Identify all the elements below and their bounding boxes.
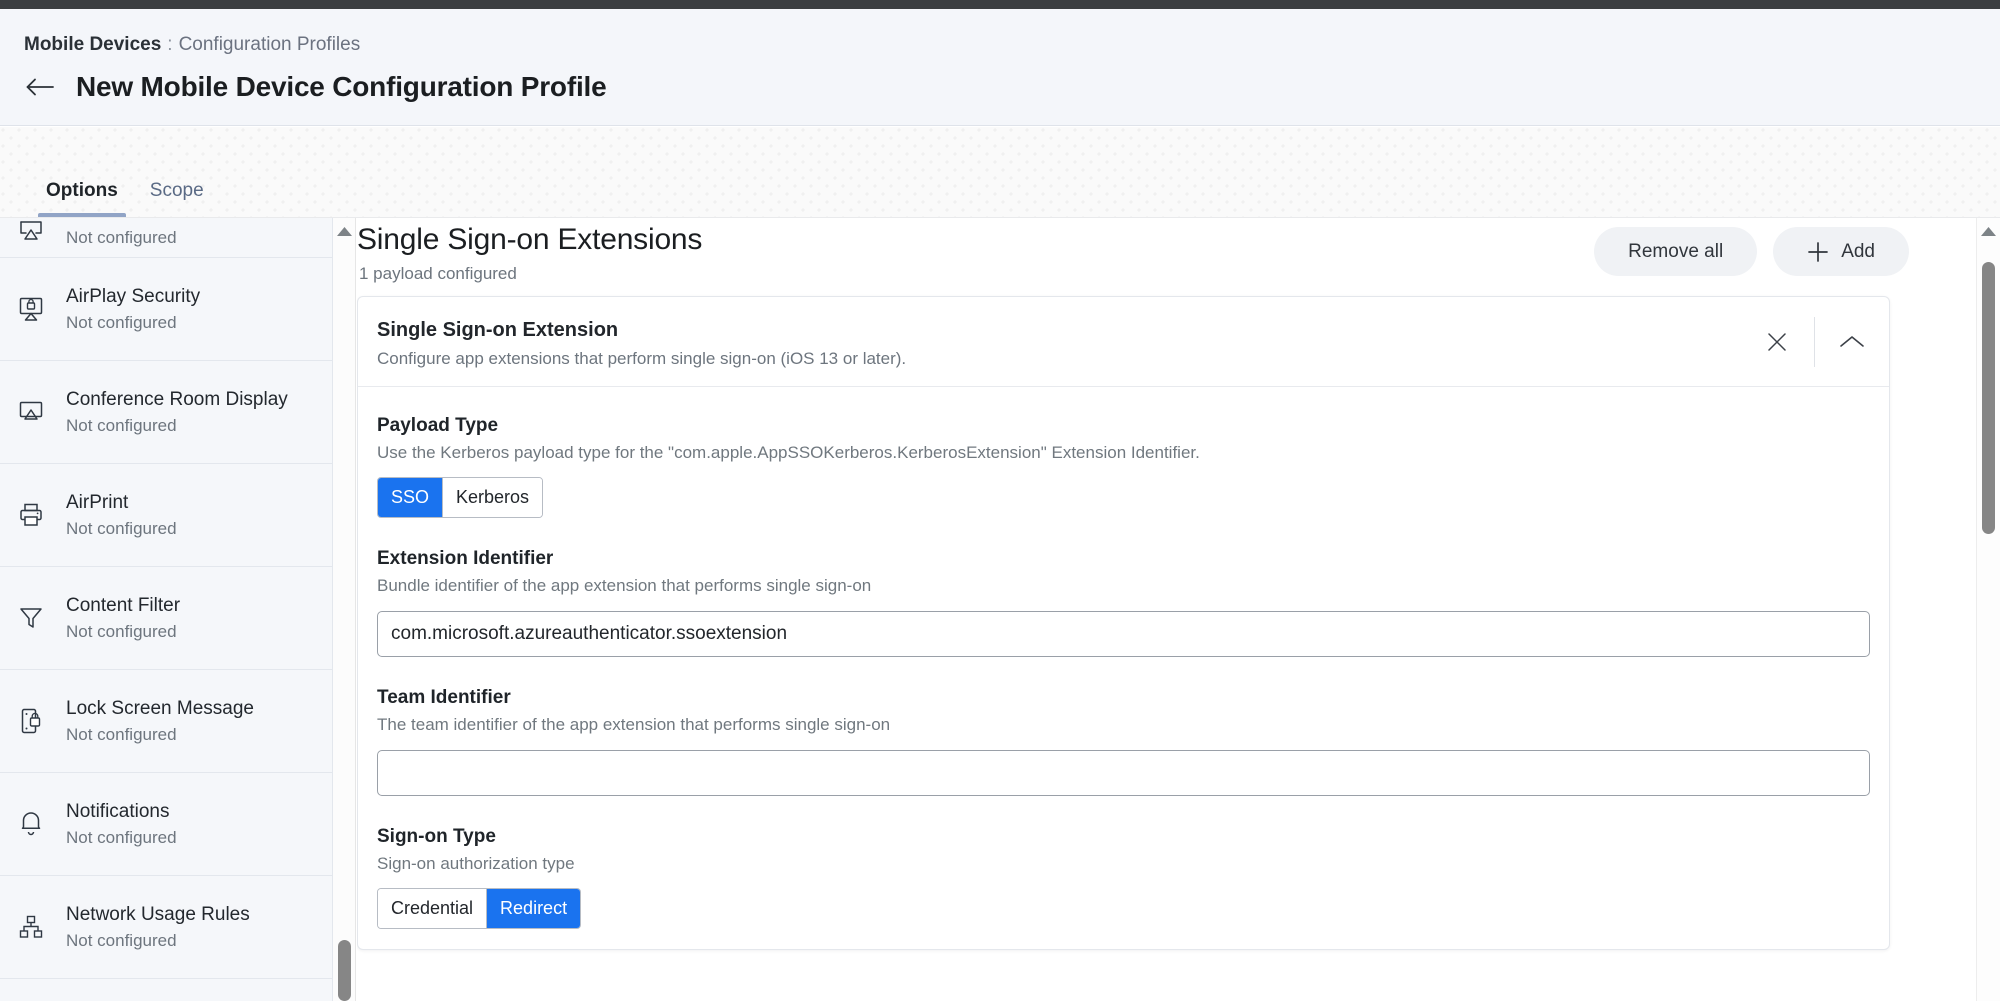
section-title: Single Sign-on Extensions — [357, 223, 702, 257]
payload-card-header: Single Sign-on Extension Configure app e… — [358, 297, 1889, 387]
display-icon — [14, 395, 48, 429]
sidebar-scrollbar[interactable] — [333, 218, 356, 1001]
plus-icon — [1807, 241, 1829, 263]
payload-card: Single Sign-on Extension Configure app e… — [357, 296, 1890, 950]
sidebar-item-airprint[interactable]: AirPrint Not configured — [0, 464, 332, 567]
segment-option-redirect[interactable]: Redirect — [487, 889, 580, 928]
sidebar-item-status: Not configured — [66, 724, 254, 745]
sidebar-item-status: Not configured — [66, 827, 177, 848]
body-area: Not configured AirPlay Security Not conf… — [0, 218, 2000, 1001]
sidebar-item-label: AirPrint — [66, 491, 177, 514]
field-payload-type: Payload Type Use the Kerberos payload ty… — [377, 413, 1870, 518]
close-icon[interactable] — [1740, 297, 1814, 386]
payload-description: Configure app extensions that perform si… — [377, 348, 1889, 370]
breadcrumb-root[interactable]: Mobile Devices — [24, 34, 161, 55]
tab-bar: Options Scope — [0, 127, 2000, 218]
sidebar-item-status: Not configured — [66, 227, 177, 248]
sidebar-item-status: Not configured — [66, 518, 177, 539]
breadcrumb-separator: : — [167, 34, 172, 55]
sidebar-item-label: Network Usage Rules — [66, 903, 250, 926]
team-identifier-input[interactable] — [377, 750, 1870, 796]
sidebar-item-airplay-security[interactable]: AirPlay Security Not configured — [0, 258, 332, 361]
sidebar-scrollbar-thumb[interactable] — [338, 940, 351, 1001]
arrow-left-icon[interactable] — [24, 72, 58, 102]
triangle-up-icon[interactable] — [333, 222, 356, 240]
page-header: Mobile Devices: Configuration Profiles Ne… — [0, 9, 2000, 126]
payload-sidebar[interactable]: Not configured AirPlay Security Not conf… — [0, 218, 333, 1001]
sidebar-item-label: AirPlay Security — [66, 285, 200, 308]
field-extension-identifier: Extension Identifier Bundle identifier o… — [377, 546, 1870, 657]
bell-icon — [14, 807, 48, 841]
field-label: Extension Identifier — [377, 546, 1870, 571]
field-label: Sign-on Type — [377, 824, 1870, 849]
add-button[interactable]: Add — [1773, 227, 1909, 276]
payload-count: 1 payload configured — [359, 264, 517, 284]
page-title: New Mobile Device Configuration Profile — [76, 71, 607, 103]
sidebar-item-notifications[interactable]: Notifications Not configured — [0, 773, 332, 876]
main-scrollbar[interactable] — [1976, 218, 2000, 1001]
extension-identifier-input[interactable] — [377, 611, 1870, 657]
sidebar-item-conference-room-display[interactable]: Conference Room Display Not configured — [0, 361, 332, 464]
segment-option-credential[interactable]: Credential — [378, 889, 487, 928]
add-button-label: Add — [1841, 241, 1875, 263]
sidebar-item-lock-screen-message[interactable]: Lock Screen Message Not configured — [0, 670, 332, 773]
payload-card-body: Payload Type Use the Kerberos payload ty… — [358, 387, 1889, 949]
field-label: Payload Type — [377, 413, 1870, 438]
sidebar-item-status: Not configured — [66, 312, 200, 333]
tab-options[interactable]: Options — [30, 179, 134, 217]
sidebar-item-status: Not configured — [66, 930, 250, 951]
header-actions: Remove all Add — [1594, 227, 1909, 276]
triangle-up-icon[interactable] — [1977, 222, 2000, 240]
field-help: Use the Kerberos payload type for the "c… — [377, 442, 1870, 464]
airplay-lock-icon — [14, 292, 48, 326]
sidebar-item-label: Notifications — [66, 800, 177, 823]
payload-title: Single Sign-on Extension — [377, 317, 1889, 343]
field-help: Sign-on authorization type — [377, 853, 1870, 875]
sidebar-item-airplay[interactable]: Not configured — [0, 218, 332, 258]
main-scrollbar-thumb[interactable] — [1982, 262, 1995, 534]
payload-card-actions — [1740, 297, 1889, 386]
breadcrumb: Mobile Devices: Configuration Profiles — [24, 33, 360, 57]
airplay-icon — [14, 218, 48, 248]
sidebar-item-label: Content Filter — [66, 594, 180, 617]
funnel-icon — [14, 601, 48, 635]
sidebar-item-network-usage-rules[interactable]: Network Usage Rules Not configured — [0, 876, 332, 979]
page-title-row: New Mobile Device Configuration Profile — [24, 71, 607, 103]
printer-icon — [14, 498, 48, 532]
network-icon — [14, 910, 48, 944]
app-window: Mobile Devices: Configuration Profiles Ne… — [0, 0, 2000, 1001]
field-help: The team identifier of the app extension… — [377, 714, 1870, 736]
breadcrumb-current[interactable]: Configuration Profiles — [179, 34, 361, 55]
sign-on-type-segmented-control[interactable]: Credential Redirect — [377, 888, 581, 929]
field-label: Team Identifier — [377, 685, 1870, 710]
remove-all-button[interactable]: Remove all — [1594, 227, 1757, 276]
tab-scope[interactable]: Scope — [134, 179, 220, 217]
payload-type-segmented-control[interactable]: SSO Kerberos — [377, 477, 543, 518]
sidebar-item-status: Not configured — [66, 621, 180, 642]
phone-lock-icon — [14, 704, 48, 738]
field-team-identifier: Team Identifier The team identifier of t… — [377, 685, 1870, 796]
top-chrome-strip — [0, 0, 2000, 9]
field-help: Bundle identifier of the app extension t… — [377, 575, 1870, 597]
segment-option-kerberos[interactable]: Kerberos — [443, 478, 542, 517]
sidebar-item-content-filter[interactable]: Content Filter Not configured — [0, 567, 332, 670]
sidebar-item-status: Not configured — [66, 415, 288, 436]
field-sign-on-type: Sign-on Type Sign-on authorization type … — [377, 824, 1870, 929]
sidebar-item-label: Lock Screen Message — [66, 697, 254, 720]
sidebar-item-label: Conference Room Display — [66, 388, 288, 411]
segment-option-sso[interactable]: SSO — [378, 478, 443, 517]
chevron-up-icon[interactable] — [1815, 297, 1889, 386]
main-panel: Single Sign-on Extensions 1 payload conf… — [357, 218, 1944, 1001]
